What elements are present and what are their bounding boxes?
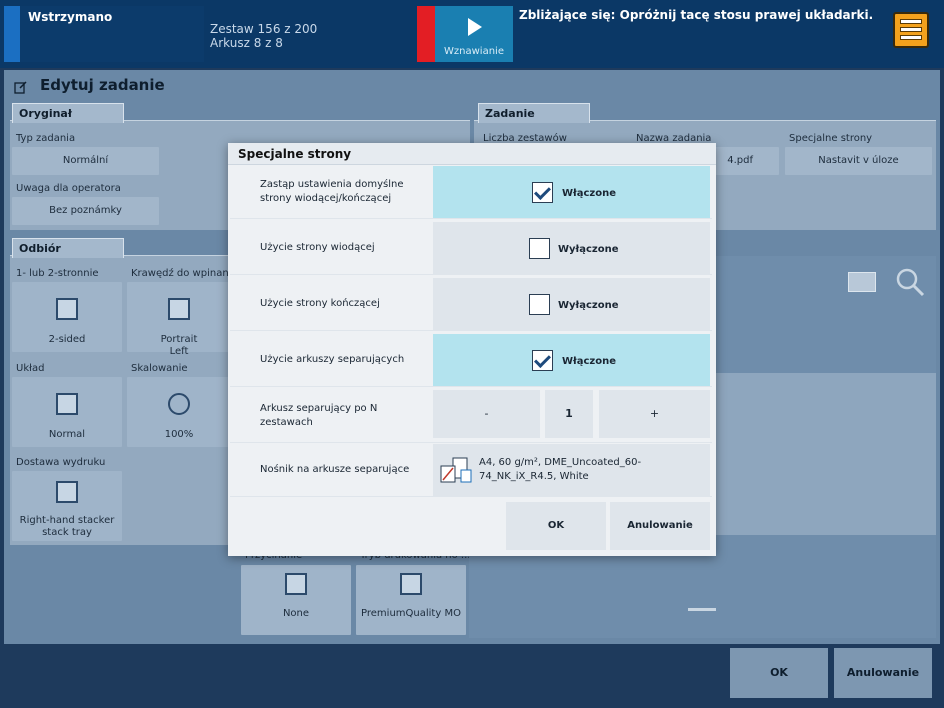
layout-value: Normal [48,429,86,440]
delivery-label: Dostawa wydruku [16,457,106,468]
duplex-icon [56,298,78,320]
binding-value-1: Portrait [160,334,198,345]
print-mode-icon [400,573,422,595]
sides-value: 2-sided [48,334,86,345]
set-count: Zestaw 156 z 200 [210,22,318,36]
delivery-value-2: stack tray [42,527,92,538]
print-mode-tile[interactable]: PremiumQuality MO [356,565,466,635]
status-stripe [4,6,20,62]
leading-page-label: Użycie strony wiodącej [260,242,375,253]
layout-tile[interactable]: Normal [12,377,122,447]
layout-label: Układ [16,363,45,374]
special-pages-field[interactable]: Nastavit v úloze [785,147,932,175]
media-icon [440,457,472,483]
sides-label: 1- lub 2-stronnie [16,268,99,279]
stop-indicator [417,6,435,62]
separator-every-value[interactable]: 1 [545,390,593,438]
leading-page-toggle[interactable]: Wyłączone [433,222,710,274]
decrement-button[interactable]: - [433,390,540,438]
binding-value-2: Left [169,346,189,357]
increment-button[interactable]: + [599,390,710,438]
dialog-title: Specjalne strony [238,147,352,161]
override-defaults-row: Zastąp ustawienia domyślne strony wiodąc… [230,165,712,219]
separator-sheets-row: Użycie arkuszy separujących Włączone [230,333,712,387]
trailing-page-checkbox[interactable] [529,294,550,315]
printer-status[interactable]: Wstrzymano [4,6,204,62]
trim-none-icon [285,573,307,595]
ok-button[interactable]: OK [730,648,828,698]
delivery-tile[interactable]: Right-hand stacker stack tray [12,471,122,541]
trailing-page-toggle[interactable]: Wyłączone [433,278,710,330]
separator-media-value: A4, 60 g/m², DME_Uncoated_60-74_NK_iX_R4… [479,457,642,482]
separator-sheets-toggle[interactable]: Włączone [433,334,710,386]
trailing-page-state: Wyłączone [558,300,619,311]
special-pages-label: Specjalne strony [789,133,873,144]
separator-sheets-label: Użycie arkuszy separujących [260,354,405,365]
sides-tile[interactable]: 2-sided [12,282,122,352]
separator-every-row: Arkusz separujący po N zestawach - 1 + [230,389,712,443]
separator-sheets-checkbox[interactable] [532,350,553,371]
job-type-field[interactable]: Normální [12,147,159,175]
scaling-tile[interactable]: 100% [127,377,231,447]
scaling-label: Skalowanie [131,363,188,374]
scaling-value: 100% [164,429,194,440]
edit-job-icon [14,81,27,94]
tray-line-icon [900,35,922,40]
stacker-icon [56,481,78,503]
tray-line-icon [900,19,922,24]
delivery-value-1: Right-hand stacker [19,515,115,526]
preview-page [700,373,936,535]
dialog-ok-button[interactable]: OK [506,502,606,550]
page-title: Edytuj zadanie [40,76,165,94]
resume-button[interactable]: Wznawianie [435,6,513,62]
dialog-cancel-button[interactable]: Anulowanie [610,502,710,550]
delivery-value-group: Right-hand stacker stack tray [12,515,122,539]
preview-slider[interactable] [688,608,716,611]
tab-original[interactable]: Oryginał [12,103,124,123]
play-icon [468,18,482,36]
separator-media-row: Nośnik na arkusze separujące A4, 60 g/m²… [230,443,712,497]
book-view-icon[interactable] [848,272,876,292]
binding-tile[interactable]: Portrait Left [127,282,231,357]
cancel-button[interactable]: Anulowanie [834,648,932,698]
separator-media-label: Nośnik na arkusze separujące [260,464,410,475]
separator-every-label: Arkusz separujący po N zestawach [260,403,378,428]
job-type-label: Typ zadania [16,133,76,144]
print-mode-value: PremiumQuality MO [361,608,461,619]
binding-edge-icon [168,298,190,320]
leading-page-row: Użycie strony wiodącej Wyłączone [230,221,712,275]
output-tray-icon[interactable] [893,12,929,48]
override-defaults-toggle[interactable]: Włączone [433,166,710,218]
tab-output[interactable]: Odbiór [12,238,124,258]
upcoming-message: Zbliżające się: Opróżnij tacę stosu praw… [519,8,874,22]
status-text: Wstrzymano [28,10,113,24]
job-progress: Zestaw 156 z 200 Arkusz 8 z 8 [210,22,317,50]
trim-value: None [282,608,310,619]
separator-sheets-state: Włączone [562,356,617,367]
operator-note-label: Uwaga dla operatora [16,183,121,194]
layout-icon [56,393,78,415]
sheet-count: Arkusz 8 z 8 [210,36,283,50]
tab-job[interactable]: Zadanie [478,103,590,123]
trailing-page-label: Użycie strony kończącej [260,298,380,309]
separator-media-field[interactable]: A4, 60 g/m², DME_Uncoated_60-74_NK_iX_R4… [433,444,710,496]
leading-page-state: Wyłączone [558,244,619,255]
binding-value-group: Portrait Left [127,334,231,358]
magnifier-icon [168,393,190,415]
trim-tile[interactable]: None [241,565,351,635]
resume-label: Wznawianie [444,46,504,57]
override-defaults-label: Zastąp ustawienia domyślne strony wiodąc… [260,179,404,204]
operator-note-field[interactable]: Bez poznámky [12,197,159,225]
special-pages-dialog: Specjalne strony Zastąp ustawienia domyś… [228,143,716,556]
binding-label: Krawędź do wpinania [131,268,238,279]
tray-line-icon [900,27,922,32]
leading-page-checkbox[interactable] [529,238,550,259]
override-defaults-state: Włączone [562,188,617,199]
zoom-icon[interactable] [894,266,926,298]
override-defaults-checkbox[interactable] [532,182,553,203]
trailing-page-row: Użycie strony kończącej Wyłączone [230,277,712,331]
